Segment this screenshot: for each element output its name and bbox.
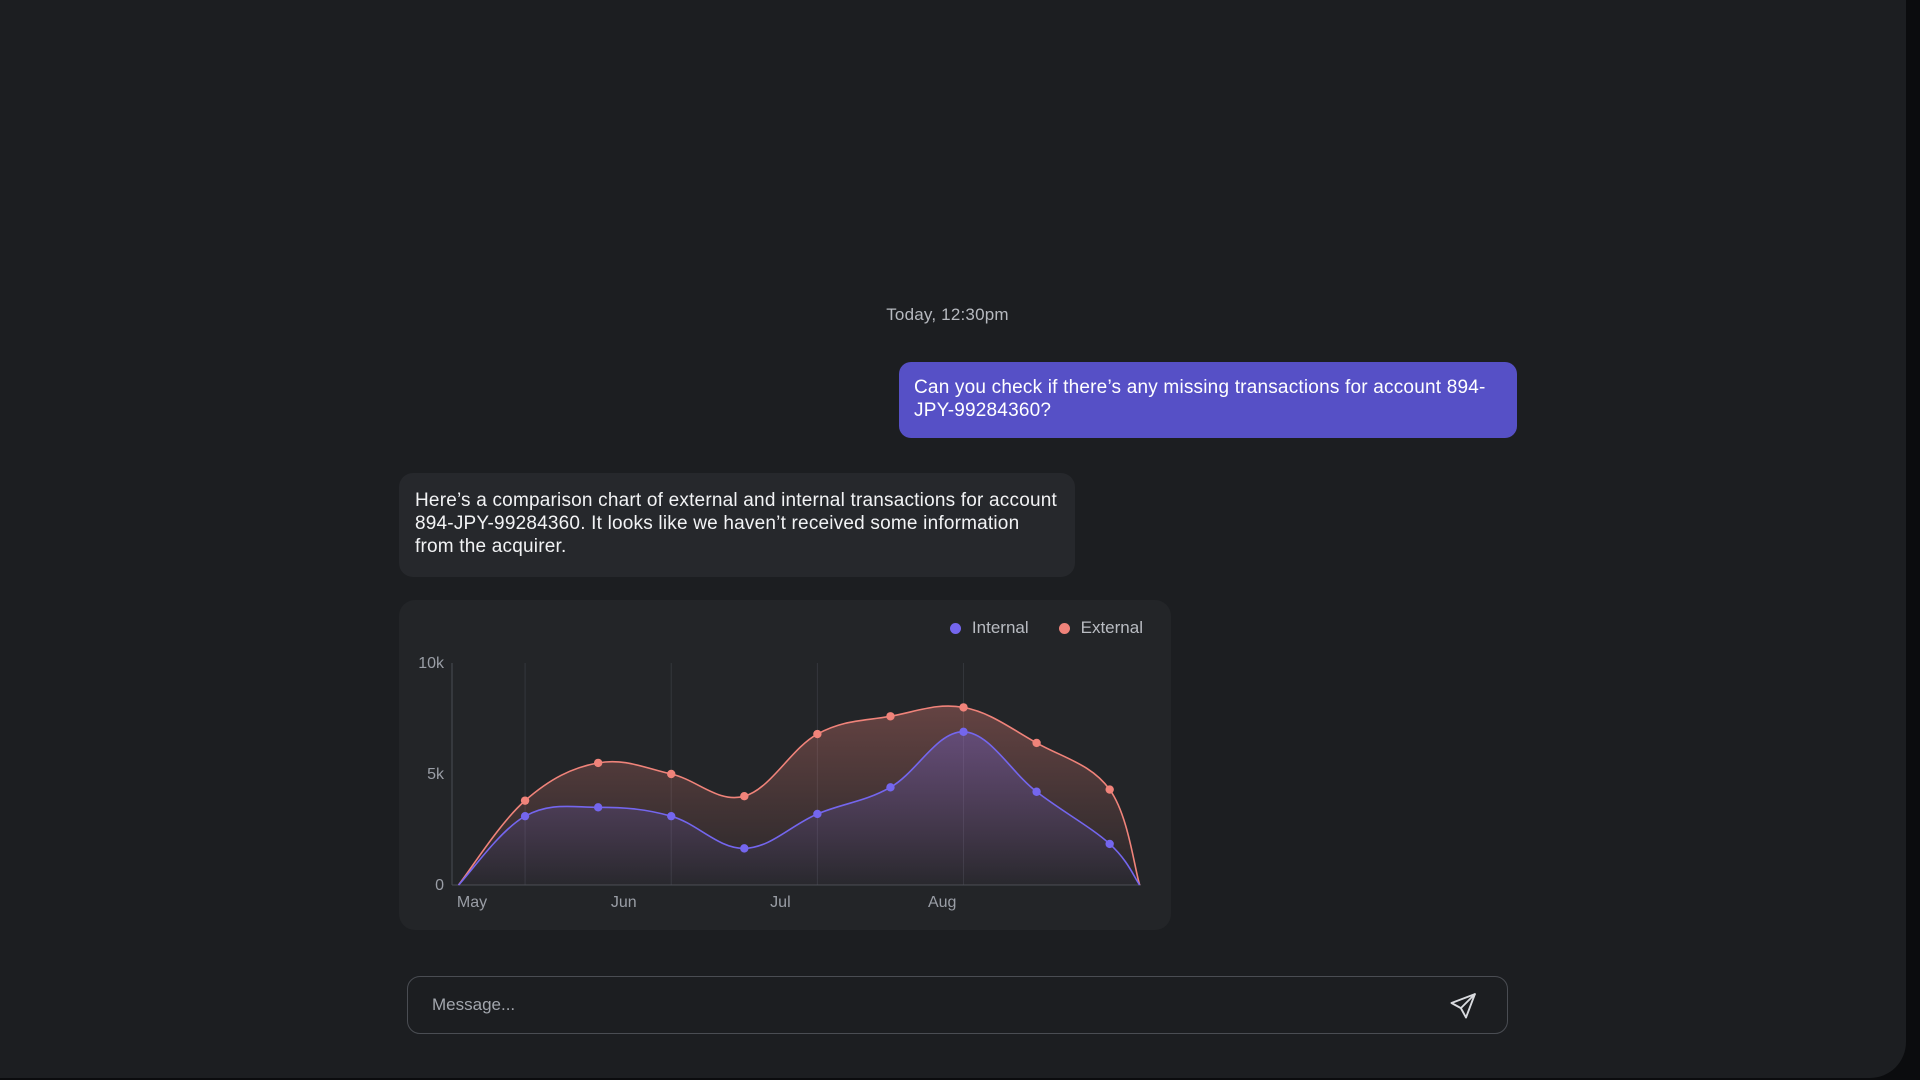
message-timestamp: Today, 12:30pm [886,305,1009,324]
legend-item-external: External [1058,618,1143,638]
y-tick-label: 5k [427,766,445,783]
x-tick-label: Jul [770,894,790,911]
x-tick-label: Jun [611,894,637,911]
x-tick-label: May [457,894,487,911]
data-point-internal [959,727,968,737]
assistant-message-bubble: Here’s a comparison chart of external an… [399,473,1075,577]
data-point-internal [1032,787,1041,796]
send-button[interactable] [1447,990,1479,1022]
y-tick-label: 10k [418,655,445,672]
legend-dot-internal [949,622,961,634]
data-point-internal [520,811,530,821]
data-point-external [520,796,530,805]
data-point-internal [740,844,749,853]
data-point-external [1032,738,1041,748]
chart-legend: Internal External [949,618,1143,638]
data-point-external [667,769,676,779]
legend-label-internal: Internal [971,618,1029,637]
data-point-external [740,792,749,801]
data-point-internal [667,811,676,821]
data-point-external [1105,785,1114,794]
transactions-chart: 0 5k 10k May Jun Jul Aug [418,655,1141,911]
y-tick-label: 0 [435,877,444,894]
data-point-external [813,729,822,739]
data-point-external [593,758,603,768]
legend-dot-external [1058,622,1070,634]
chat-window: Today, 12:30pm Can you check if there’s … [0,0,1906,1078]
data-point-external [886,712,895,721]
data-point-internal [1105,839,1114,849]
data-point-internal [813,809,822,819]
data-point-external [959,703,968,712]
transactions-chart-card: 0 5k 10k May Jun Jul Aug Internal External [399,600,1171,930]
x-tick-label: Aug [928,894,956,911]
message-composer [407,976,1508,1034]
legend-item-internal: Internal [949,618,1029,638]
message-input[interactable] [432,977,1392,1033]
legend-label-external: External [1080,618,1143,637]
data-point-internal [593,803,603,812]
paper-plane-icon [1450,993,1476,1019]
data-point-internal [886,783,895,792]
user-message-bubble: Can you check if there’s any missing tra… [899,362,1517,438]
